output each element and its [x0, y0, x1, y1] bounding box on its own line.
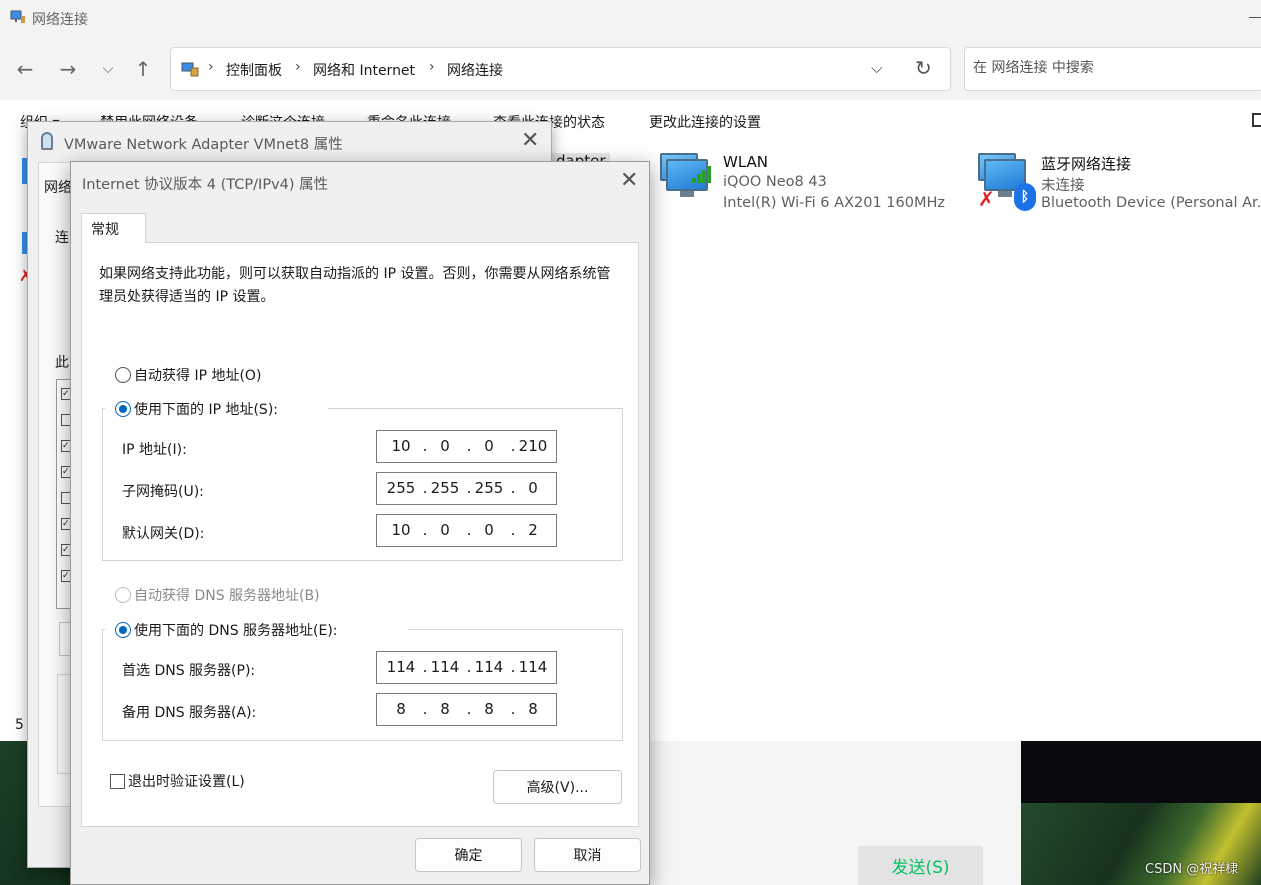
- connection-name: WLAN: [723, 153, 769, 171]
- title-bar: 网络连接: [0, 0, 1261, 38]
- breadcrumb-network-internet[interactable]: 网络和 Internet: [313, 60, 415, 80]
- validate-on-exit-checkbox[interactable]: 退出时验证设置(L): [110, 771, 245, 791]
- intro-text: 如果网络支持此功能，则可以获取自动指派的 IP 设置。否则，你需要从网络系统管理…: [99, 266, 611, 305]
- connection-tile-wlan[interactable]: WLAN iQOO Neo8 43 Intel(R) Wi-Fi 6 AX201…: [660, 153, 970, 213]
- radio-button[interactable]: [115, 622, 131, 638]
- validate-label: 退出时验证设置(L): [128, 774, 245, 790]
- watermark: CSDN @祝祥棣: [1145, 862, 1239, 877]
- breadcrumb-control-panel[interactable]: 控制面板: [226, 60, 282, 80]
- disconnected-x-icon: ✗: [978, 187, 995, 211]
- preferred-dns-input[interactable]: 114. 114. 114. 114: [376, 651, 557, 684]
- view-layout-icon[interactable]: [1252, 113, 1261, 127]
- manual-dns-label: 使用下面的 DNS 服务器地址(E):: [134, 623, 338, 639]
- connection-name: 蓝牙网络连接: [1041, 155, 1132, 173]
- breadcrumb-separator-icon: ›: [429, 59, 435, 75]
- connection-status: 未连接: [1041, 178, 1085, 194]
- connection-tile-bluetooth[interactable]: ✗ ᛒ 蓝牙网络连接 未连接 Bluetooth Device (Persona…: [978, 153, 1261, 213]
- navigation-bar: ← → ⌵ ↑ › 控制面板 › 网络和 Internet › 网络连接 ⌵ ↻: [0, 38, 1261, 100]
- search-box[interactable]: [964, 47, 1261, 91]
- radio-button[interactable]: [115, 367, 131, 383]
- alternate-dns-label: 备用 DNS 服务器(A):: [122, 705, 257, 721]
- manual-ip-label: 使用下面的 IP 地址(S):: [134, 402, 278, 418]
- network-adapter-icon: [41, 132, 53, 150]
- refresh-icon[interactable]: ↻: [915, 56, 932, 80]
- components-label: 此: [55, 355, 69, 371]
- connect-using-label: 连: [55, 230, 69, 246]
- advanced-button[interactable]: 高级(V)...: [493, 770, 622, 804]
- change-settings-command[interactable]: 更改此连接的设置: [649, 112, 761, 132]
- tab-general[interactable]: 常规: [81, 213, 146, 243]
- dialog-title: Internet 协议版本 4 (TCP/IPv4) 属性: [82, 177, 329, 193]
- bluetooth-network-icon: ✗ ᛒ: [978, 153, 1036, 211]
- window-title: 网络连接: [32, 12, 88, 28]
- dns-settings-group: 首选 DNS 服务器(P): 114. 114. 114. 114 备用 DNS…: [102, 629, 623, 741]
- radio-button[interactable]: [115, 401, 131, 417]
- forward-arrow-icon[interactable]: →: [56, 57, 80, 81]
- recent-locations-chevron-icon[interactable]: ⌵: [96, 57, 120, 81]
- ipv4-properties-dialog: Internet 协议版本 4 (TCP/IPv4) 属性 ✕ 常规 如果网络支…: [70, 161, 650, 885]
- close-icon[interactable]: ✕: [620, 168, 638, 193]
- auto-dns-label: 自动获得 DNS 服务器地址(B): [134, 588, 320, 604]
- back-arrow-icon[interactable]: ←: [13, 57, 37, 81]
- item-count: 5: [15, 717, 24, 733]
- address-bar[interactable]: › 控制面板 › 网络和 Internet › 网络连接 ⌵ ↻: [170, 47, 951, 91]
- network-connections-app-icon: [10, 10, 25, 23]
- gateway-input[interactable]: 10. 0. 0. 2: [376, 514, 557, 547]
- address-dropdown-chevron-icon[interactable]: ⌵: [871, 59, 882, 77]
- subnet-mask-input[interactable]: 255. 255. 255. 0: [376, 472, 557, 505]
- radio-button[interactable]: [115, 587, 131, 603]
- checkbox[interactable]: [110, 774, 125, 789]
- general-tab-panel: 如果网络支持此功能，则可以获取自动指派的 IP 设置。否则，你需要从网络系统管理…: [81, 242, 639, 827]
- cancel-button[interactable]: 取消: [534, 838, 641, 872]
- ip-settings-group: IP 地址(I): 10. 0. 0. 210 子网掩码(U): 255. 25…: [102, 408, 623, 561]
- ok-button[interactable]: 确定: [415, 838, 522, 872]
- close-icon[interactable]: ✕: [521, 128, 539, 153]
- bluetooth-icon: ᛒ: [1014, 183, 1036, 211]
- up-arrow-icon[interactable]: ↑: [131, 57, 155, 81]
- connection-status: iQOO Neo8 43: [723, 174, 827, 190]
- manual-ip-radio[interactable]: 使用下面的 IP 地址(S):: [105, 399, 328, 419]
- auto-ip-radio[interactable]: 自动获得 IP 地址(O): [115, 365, 261, 385]
- search-input[interactable]: [973, 60, 1253, 76]
- wifi-network-icon: [660, 153, 714, 209]
- manual-dns-radio[interactable]: 使用下面的 DNS 服务器地址(E):: [105, 620, 408, 640]
- breadcrumb-separator-icon: ›: [295, 59, 301, 75]
- ip-address-label: IP 地址(I):: [122, 442, 187, 458]
- connection-device: Bluetooth Device (Personal Ar...: [1041, 195, 1261, 211]
- send-button[interactable]: 发送(S): [858, 846, 983, 885]
- minimize-button[interactable]: [1249, 17, 1261, 18]
- auto-dns-radio[interactable]: 自动获得 DNS 服务器地址(B): [115, 585, 320, 605]
- preferred-dns-label: 首选 DNS 服务器(P):: [122, 663, 256, 679]
- subnet-mask-label: 子网掩码(U):: [122, 484, 204, 500]
- auto-ip-label: 自动获得 IP 地址(O): [134, 368, 262, 384]
- breadcrumb-network-connections[interactable]: 网络连接: [447, 60, 503, 80]
- alternate-dns-input[interactable]: 8. 8. 8. 8: [376, 693, 557, 726]
- dialog-title: VMware Network Adapter VMnet8 属性: [64, 137, 343, 153]
- connection-device: Intel(R) Wi-Fi 6 AX201 160MHz: [723, 195, 945, 211]
- gateway-label: 默认网关(D):: [122, 526, 205, 542]
- control-panel-icon: [181, 62, 199, 77]
- breadcrumb-separator-icon: ›: [208, 59, 214, 75]
- tab-networking[interactable]: 网络: [44, 177, 72, 197]
- ip-address-input[interactable]: 10. 0. 0. 210: [376, 430, 557, 463]
- dark-panel: [1021, 741, 1261, 803]
